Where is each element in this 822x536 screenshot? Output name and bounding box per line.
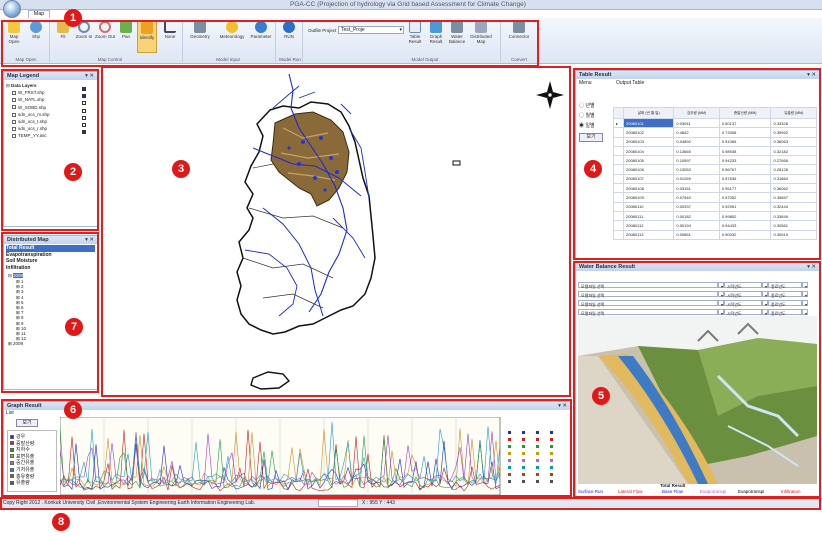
badge-5: 5 [592, 387, 610, 405]
region-box-status [0, 497, 821, 510]
window-title: PGA-CC (Projection of hydrology via Grid… [290, 1, 526, 8]
region-box-water-balance [573, 261, 821, 498]
badge-4: 4 [584, 160, 602, 178]
title-bar: PGA-CC (Projection of hydrology via Grid… [0, 0, 822, 10]
badge-1: 1 [64, 9, 82, 27]
region-box-map [101, 66, 571, 397]
badge-6: 6 [64, 401, 82, 419]
badge-3: 3 [172, 160, 190, 178]
region-box-legend [1, 69, 99, 231]
badge-8: 8 [52, 513, 70, 531]
tab-map[interactable]: Map [28, 10, 50, 18]
badge-2: 2 [64, 163, 82, 181]
region-box-ribbon [1, 20, 539, 67]
region-box-distributed [1, 232, 99, 393]
region-box-graph [1, 399, 572, 497]
badge-7: 7 [65, 318, 83, 336]
app-menu-icon[interactable] [3, 0, 21, 18]
region-box-table [573, 68, 821, 260]
